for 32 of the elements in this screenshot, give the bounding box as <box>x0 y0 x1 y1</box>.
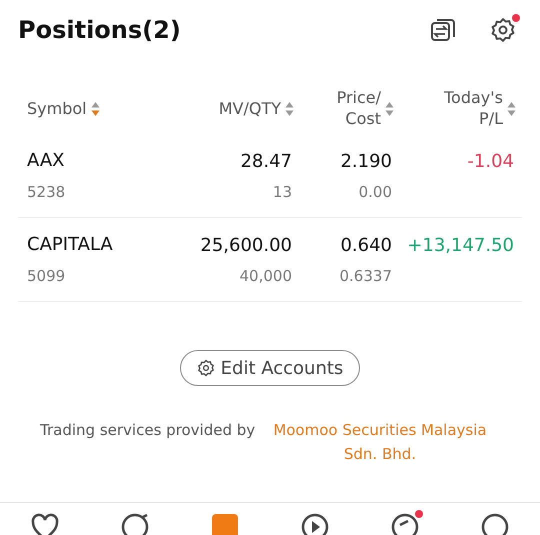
price-value: 0.640 <box>339 234 392 258</box>
play-icon[interactable] <box>301 513 329 535</box>
quantity-value: 13 <box>272 183 292 202</box>
sort-icon[interactable] <box>90 100 100 117</box>
settings-icon <box>196 359 215 377</box>
column-header[interactable]: MV/QTY <box>218 98 281 120</box>
disclaimer-text: Trading services provided by Moomoo Securities Malaysia Sdn. Bhd. <box>18 418 522 466</box>
column-header[interactable]: Today's P/L <box>444 88 503 130</box>
sort-icon[interactable] <box>507 101 516 117</box>
stock-code: 5238 <box>27 183 66 202</box>
symbol-text: CAPITALA <box>27 234 114 257</box>
column-header[interactable]: Price/ Cost <box>336 88 381 130</box>
market-value: 25,600.00 <box>199 234 292 258</box>
sort-icon[interactable] <box>285 100 294 117</box>
position-row[interactable]: CAPITALA 25,600.00 0.640 +13,147.50 5099 40,000 0.6337 <box>18 218 522 302</box>
symbol-text: AAX <box>27 150 66 173</box>
settings-icon[interactable] <box>490 17 516 43</box>
price-value: 2.190 <box>339 150 392 174</box>
page-title: Positions(2) <box>18 16 182 44</box>
cost-value: 0.6337 <box>338 267 392 286</box>
edit-accounts-button[interactable]: Edit Accounts <box>180 350 360 386</box>
market-value: 28.47 <box>239 150 292 174</box>
sort-icon[interactable] <box>385 101 394 117</box>
heart-icon[interactable] <box>31 513 59 535</box>
pl-value: -1.04 <box>466 150 514 174</box>
position-row[interactable]: AAX 28.47 2.190 -1.04 5238 13 0.00 <box>18 134 522 218</box>
stock-code: 5099 <box>27 267 66 286</box>
pl-value: +13,147.50 <box>406 234 514 258</box>
cost-value: 0.00 <box>358 183 392 202</box>
transfer-icon[interactable] <box>430 17 456 43</box>
column-header[interactable]: Symbol <box>27 98 87 120</box>
quantity-value: 40,000 <box>238 267 292 286</box>
